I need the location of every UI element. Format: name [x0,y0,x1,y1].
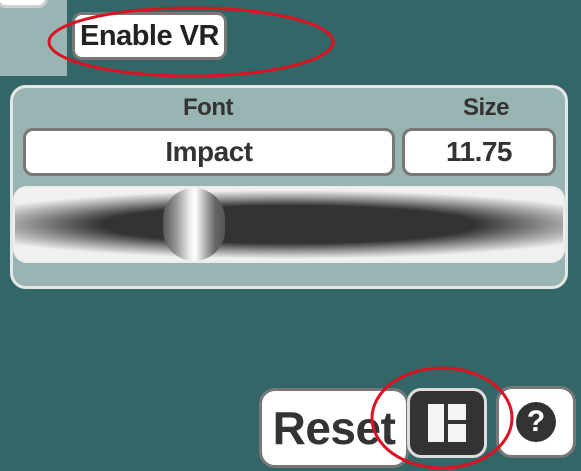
help-button[interactable]: ? [496,386,576,458]
slider-thumb[interactable] [163,188,225,261]
top-left-panel [0,0,67,76]
font-column-label: Font [183,94,233,121]
font-panel: Font Size Impact 11.75 [10,85,568,289]
layout-grid-icon [428,404,466,442]
enable-vr-button[interactable]: Enable VR [72,12,227,60]
help-icon: ? [516,402,556,442]
size-column-label: Size [463,94,510,121]
size-slider[interactable] [13,186,565,263]
layout-button[interactable] [407,388,487,458]
font-select[interactable]: Impact [23,128,395,176]
size-input[interactable]: 11.75 [402,128,556,176]
top-left-card[interactable] [0,0,48,8]
reset-button[interactable]: Reset [259,388,409,468]
